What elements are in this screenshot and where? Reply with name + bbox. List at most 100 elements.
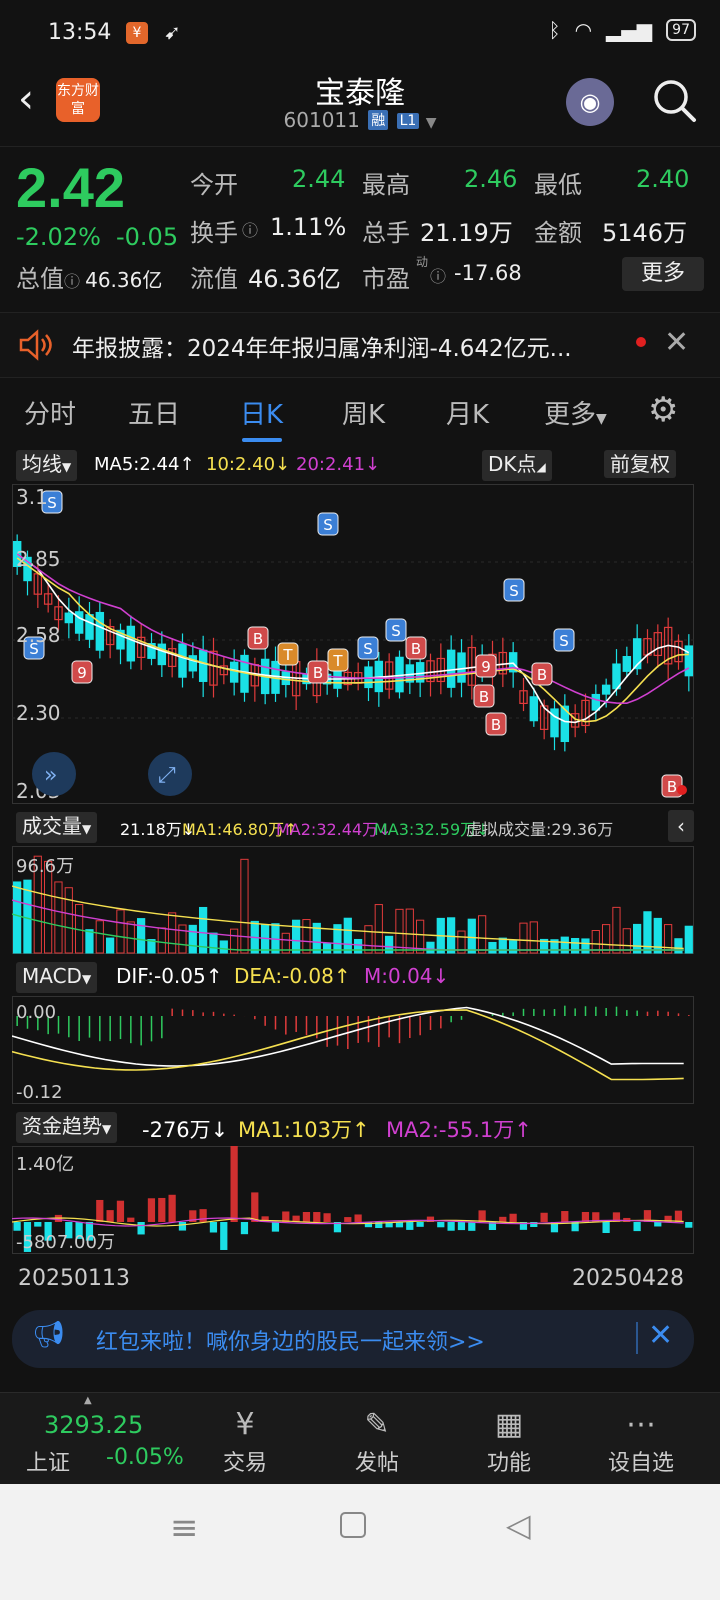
- pe-value: -17.68: [454, 261, 522, 285]
- fund-bar: [251, 1192, 259, 1222]
- tab-intraday[interactable]: 分时: [24, 394, 76, 431]
- fund-bars: [13, 1146, 693, 1252]
- bottom-nav: ▲ 3293.25 上证 -0.05% ¥ 交易 ✎ 发帖 ▦ 功能 ⋯ 设自选: [0, 1392, 720, 1485]
- candle-body: [446, 649, 456, 688]
- signal-mark-label: B: [491, 716, 501, 734]
- k-axis-label: 3.1: [16, 485, 48, 509]
- volume-bar: [106, 937, 115, 954]
- nav-trade[interactable]: ¥ 交易: [200, 1405, 290, 1477]
- fund-axis-bottom: -5807.00万: [16, 1232, 115, 1253]
- macd-m: M:0.04↓: [364, 964, 450, 988]
- dk-point-toggle[interactable]: DK点◢: [482, 450, 552, 481]
- macd-selector[interactable]: MACD▼: [16, 962, 98, 993]
- turnover-value: 1.11%: [270, 213, 347, 241]
- signal-mark-label: 9: [77, 664, 87, 682]
- adjust-selector[interactable]: 前复权: [604, 450, 676, 478]
- bluetooth-icon: ᛒ: [548, 18, 561, 42]
- current-price: 2.42: [16, 156, 125, 219]
- volume-bar: [664, 924, 673, 954]
- nav-functions[interactable]: ▦ 功能: [464, 1405, 554, 1477]
- tab-five-day[interactable]: 五日: [128, 394, 180, 431]
- search-icon[interactable]: [650, 76, 700, 126]
- signal-mark-label: B: [537, 666, 547, 684]
- macd-histogram: [16, 1005, 690, 1050]
- macd-dif: DIF:-0.05↑: [116, 964, 223, 988]
- caret-down-icon: ▼: [62, 460, 72, 474]
- volume-bar: [168, 912, 177, 954]
- k-axis-label: 2.30: [16, 701, 61, 725]
- turnover-label: 换手: [190, 219, 238, 247]
- candle-body: [178, 643, 187, 678]
- fund-bar: [654, 1222, 662, 1227]
- more-quote-button[interactable]: 更多: [622, 257, 704, 291]
- volume-bar: [426, 941, 435, 954]
- fund-value: -276万↓: [142, 1118, 229, 1142]
- active-tab-indicator: [242, 438, 282, 442]
- latest-dot: [677, 785, 687, 795]
- volume-selector[interactable]: 成交量▼: [16, 812, 98, 843]
- tab-weekly-k[interactable]: 周K: [342, 394, 385, 431]
- home-icon[interactable]: [340, 1512, 366, 1538]
- candle-body: [188, 655, 198, 672]
- nav-add-watchlist[interactable]: ⋯ 设自选: [596, 1405, 686, 1477]
- fund-bar: [561, 1211, 569, 1222]
- volume-chip-label: 成交量: [22, 814, 82, 838]
- tab-more[interactable]: 更多▼: [544, 394, 607, 431]
- fund-bar: [220, 1222, 228, 1250]
- promo-banner[interactable]: 📢︎ 红包来啦！喊你身边的股民一起来领>> ✕: [12, 1310, 694, 1368]
- candle-body: [457, 652, 466, 683]
- volume-bar: [13, 881, 22, 954]
- fund-chart: 1.40亿 -5807.00万: [12, 1146, 694, 1254]
- gear-icon[interactable]: ⚙: [648, 390, 678, 430]
- candle-body: [229, 661, 239, 683]
- fund-bar: [158, 1197, 166, 1222]
- fund-bar: [168, 1194, 176, 1222]
- tab-monthly-k[interactable]: 月K: [446, 394, 489, 431]
- info-icon[interactable]: ⓘ: [242, 217, 258, 241]
- close-icon[interactable]: ✕: [648, 1318, 673, 1353]
- menu-icon[interactable]: ≡: [170, 1508, 199, 1548]
- k-axis-label: 2.58: [16, 623, 61, 647]
- back-triangle-icon[interactable]: ◁: [506, 1506, 531, 1544]
- fund-bar: [323, 1213, 331, 1222]
- kline-section: 均线▼ MA5:2.44↑ 10:2.40↓ 20:2.41↓ DK点◢ 前复权…: [0, 448, 720, 810]
- stock-code-line[interactable]: 601011 融 L1 ▼: [0, 108, 720, 132]
- kline-chart[interactable]: SSS SSSSBBBBBBBT T9 9 3.1 2.85 2.58 2.30 2.…: [12, 484, 694, 804]
- fund-selector[interactable]: 资金趋势▼: [16, 1112, 118, 1143]
- volume-bar: [64, 887, 73, 954]
- amount-value: 5146万: [602, 219, 688, 247]
- ma-selector[interactable]: 均线▼: [16, 450, 78, 481]
- telegram-icon: ➹: [164, 20, 181, 44]
- virtual-volume: 虚拟成交量:29.36万: [466, 820, 614, 839]
- close-icon[interactable]: ✕: [664, 325, 689, 360]
- volume-bar: [240, 858, 249, 954]
- chevron-left-icon[interactable]: ‹: [668, 810, 694, 842]
- market-cap-value: 46.36亿: [85, 268, 163, 292]
- info-icon[interactable]: ⓘ: [430, 263, 446, 287]
- candle-body: [126, 625, 136, 662]
- signal-mark-label: S: [363, 640, 373, 658]
- news-text[interactable]: 年报披露：2024年年报归属净利润-4.642亿元...: [72, 329, 572, 363]
- signal-mark-label: S: [323, 516, 333, 534]
- volume-bar: [447, 917, 456, 954]
- macd-axis-top: 0.00: [16, 1002, 56, 1023]
- signal-mark-label: B: [479, 688, 489, 706]
- tab-more-label: 更多: [544, 400, 597, 430]
- float-value: 46.36亿: [248, 265, 341, 293]
- tab-daily-k[interactable]: 日K: [240, 394, 283, 431]
- fund-bar: [116, 1200, 125, 1222]
- news-ticker[interactable]: 年报披露：2024年年报归属净利润-4.642亿元... ✕: [0, 312, 720, 378]
- candle-body: [612, 663, 621, 690]
- nav-post[interactable]: ✎ 发帖: [332, 1405, 422, 1477]
- volume-bar: [467, 918, 476, 954]
- info-icon[interactable]: ⓘ: [64, 272, 80, 291]
- promo-text[interactable]: 红包来啦！喊你身边的股民一起来领>>: [96, 1324, 485, 1356]
- stock-code: 601011: [283, 108, 360, 132]
- change-percent: -2.02%: [16, 223, 101, 251]
- candle-body: [85, 614, 94, 640]
- divider: [636, 1322, 638, 1354]
- fund-ma2: MA2:-55.1万↑: [386, 1118, 532, 1142]
- nav-trade-label: 交易: [222, 1451, 267, 1476]
- index-value[interactable]: 3293.25: [44, 1411, 143, 1439]
- robot-assistant-icon[interactable]: ◉: [566, 78, 614, 126]
